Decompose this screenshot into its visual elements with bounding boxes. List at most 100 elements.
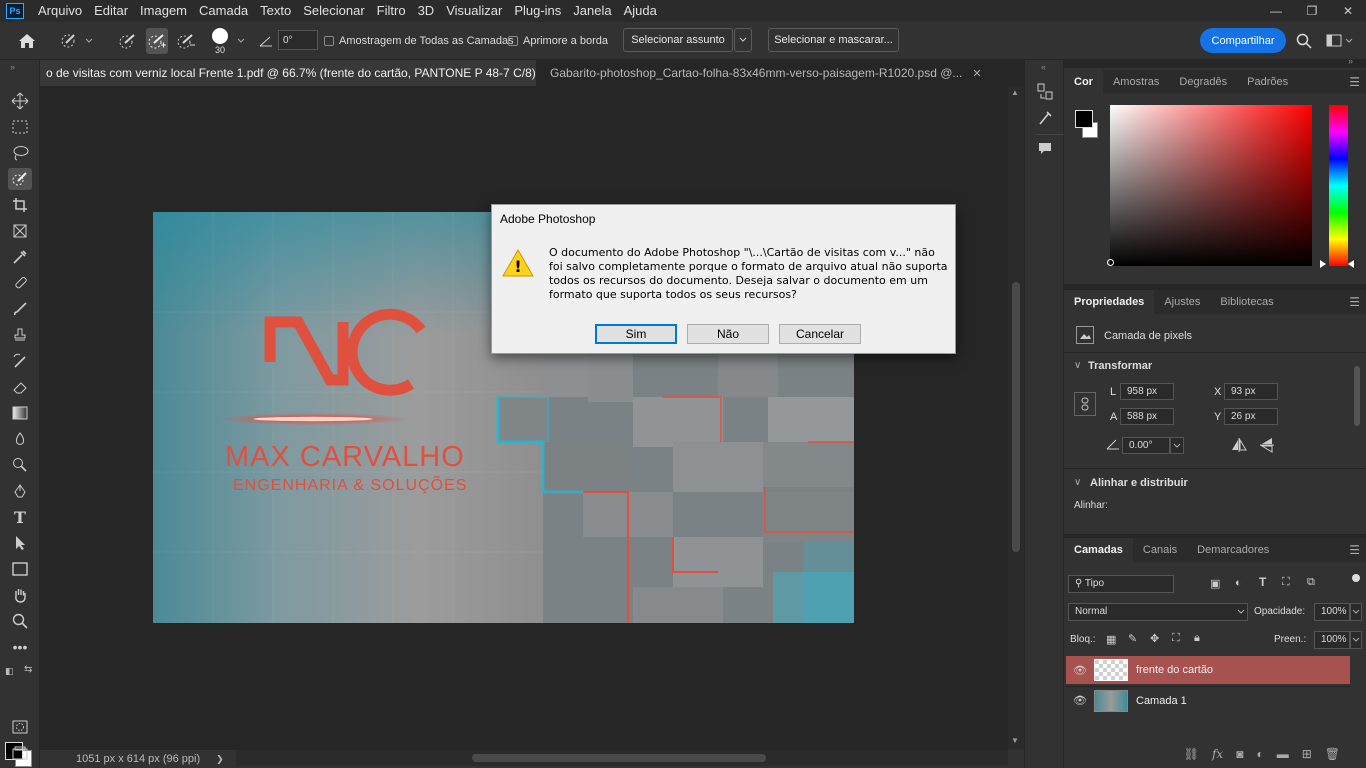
- sample-all-layers-checkbox[interactable]: Amostragem de Todas as Camadas: [324, 22, 514, 60]
- cancel-button[interactable]: Cancelar: [779, 324, 861, 344]
- more-tools-icon[interactable]: •••: [8, 636, 32, 658]
- angle-input[interactable]: 0°: [278, 30, 318, 50]
- layer-row-camada-1[interactable]: 👁︎ Camada 1: [1066, 686, 1350, 714]
- width-input[interactable]: 958 px: [1120, 383, 1174, 400]
- panel-menu-icon[interactable]: ☰: [1349, 538, 1360, 562]
- fx-icon[interactable]: fx: [1212, 747, 1223, 761]
- lock-transparent-icon[interactable]: ▦: [1106, 633, 1116, 646]
- tab-ajustes[interactable]: Ajustes: [1154, 290, 1210, 314]
- tab-document-gabarito[interactable]: Gabarito-photoshop_Cartao-folha-83x46mm-…: [544, 60, 984, 86]
- brush-tool-icon[interactable]: [8, 298, 32, 320]
- menu-editar[interactable]: Editar: [88, 0, 134, 22]
- opacity-dropdown[interactable]: [1350, 603, 1362, 621]
- menu-texto[interactable]: Texto: [254, 0, 297, 22]
- brush-size-picker[interactable]: 30: [212, 22, 228, 60]
- select-subject-dropdown[interactable]: [734, 28, 752, 52]
- lasso-tool-icon[interactable]: [8, 142, 32, 164]
- tab-demarcadores[interactable]: Demarcadores: [1187, 538, 1279, 562]
- clone-stamp-tool-icon[interactable]: [8, 324, 32, 346]
- eraser-tool-icon[interactable]: [8, 376, 32, 398]
- collapse-icon[interactable]: »: [10, 62, 15, 72]
- screen-mode-icon[interactable]: [8, 742, 32, 764]
- tab-amostras[interactable]: Amostras: [1103, 70, 1169, 94]
- lock-all-icon[interactable]: 🔒︎: [1194, 632, 1200, 645]
- new-layer-icon[interactable]: ⊞: [1302, 747, 1312, 761]
- menu-selecionar[interactable]: Selecionar: [297, 0, 370, 22]
- share-button[interactable]: Compartilhar: [1200, 28, 1286, 53]
- tab-degrades[interactable]: Degradês: [1169, 70, 1237, 94]
- hue-slider-handle[interactable]: [1320, 260, 1326, 268]
- close-button[interactable]: ✕: [1330, 0, 1366, 22]
- pen-tool-icon[interactable]: [8, 480, 32, 502]
- restore-button[interactable]: ❐: [1294, 0, 1330, 22]
- foreground-color-swatch[interactable]: [1075, 110, 1093, 128]
- chevron-down-icon[interactable]: ∨: [1074, 360, 1081, 371]
- rotation-dropdown[interactable]: [1170, 437, 1184, 454]
- scroll-thumb[interactable]: [1012, 282, 1020, 552]
- comments-icon[interactable]: [1037, 140, 1053, 159]
- lock-artboard-icon[interactable]: ⛶: [1172, 632, 1180, 645]
- tab-padroes[interactable]: Padrões: [1237, 70, 1298, 94]
- minimize-button[interactable]: —: [1258, 0, 1294, 22]
- collapse-icon[interactable]: «: [1041, 62, 1046, 72]
- blur-tool-icon[interactable]: [8, 428, 32, 450]
- align-section-title[interactable]: Alinhar e distribuir: [1090, 477, 1188, 489]
- menu-ajuda[interactable]: Ajuda: [618, 0, 663, 22]
- height-input[interactable]: 588 px: [1120, 408, 1174, 425]
- menu-3d[interactable]: 3D: [412, 0, 441, 22]
- type-filter-icon[interactable]: T: [1259, 575, 1266, 589]
- quick-selection-preset-icon[interactable]: [60, 22, 94, 60]
- filter-toggle-icon[interactable]: [1352, 574, 1360, 582]
- menu-janela[interactable]: Janela: [567, 0, 617, 22]
- chevron-down-icon[interactable]: ∨: [1074, 477, 1081, 488]
- tab-document-frente[interactable]: o de visitas com verniz local Frente 1.p…: [40, 60, 536, 86]
- delete-layer-icon[interactable]: 🗑︎: [1325, 747, 1340, 761]
- fill-dropdown[interactable]: [1350, 631, 1362, 649]
- panel-menu-icon[interactable]: ☰: [1349, 290, 1360, 314]
- color-picker-cursor[interactable]: [1107, 259, 1114, 266]
- swap-colors-icon[interactable]: ⇆: [24, 664, 32, 675]
- healing-brush-tool-icon[interactable]: [8, 272, 32, 294]
- yes-button[interactable]: Sim: [595, 324, 677, 344]
- quick-mask-icon[interactable]: [8, 716, 32, 738]
- menu-arquivo[interactable]: Arquivo: [32, 0, 88, 22]
- gradient-tool-icon[interactable]: [8, 402, 32, 424]
- smart-object-filter-icon[interactable]: ⧉: [1307, 576, 1315, 589]
- select-subject-button[interactable]: Selecionar assunto: [623, 28, 733, 52]
- enhance-edge-checkbox[interactable]: Aprimore a borda: [508, 22, 608, 60]
- x-input[interactable]: 93 px: [1224, 383, 1278, 400]
- rectangle-tool-icon[interactable]: [8, 558, 32, 580]
- menu-visualizar[interactable]: Visualizar: [440, 0, 508, 22]
- menu-imagem[interactable]: Imagem: [134, 0, 193, 22]
- y-input[interactable]: 26 px: [1224, 408, 1278, 425]
- brush-settings-icon[interactable]: [1037, 110, 1053, 129]
- flip-horizontal-icon[interactable]: [1231, 438, 1247, 455]
- tab-bibliotecas[interactable]: Bibliotecas: [1210, 290, 1283, 314]
- add-to-selection-icon[interactable]: [146, 28, 168, 54]
- search-icon[interactable]: [1296, 22, 1312, 60]
- zoom-tool-icon[interactable]: [8, 610, 32, 632]
- tab-canais[interactable]: Canais: [1133, 538, 1187, 562]
- frame-tool-icon[interactable]: [8, 220, 32, 242]
- path-selection-tool-icon[interactable]: [8, 532, 32, 554]
- link-layers-icon[interactable]: ⛓: [1184, 747, 1199, 761]
- flip-vertical-icon[interactable]: [1260, 437, 1274, 456]
- lock-position-icon[interactable]: ✥: [1150, 632, 1159, 645]
- shape-filter-icon[interactable]: ⛶: [1282, 576, 1290, 589]
- type-tool-icon[interactable]: T: [8, 506, 32, 528]
- tab-propriedades[interactable]: Propriedades: [1064, 290, 1155, 314]
- adjustment-filter-icon[interactable]: ◐: [1235, 577, 1242, 589]
- new-group-icon[interactable]: ▬: [1277, 747, 1289, 761]
- history-panel-icon[interactable]: [1036, 82, 1054, 105]
- tab-camadas[interactable]: Camadas: [1064, 538, 1133, 562]
- eye-icon[interactable]: 👁︎: [1066, 664, 1094, 677]
- scroll-down-icon[interactable]: ▼: [1011, 736, 1019, 745]
- new-selection-icon[interactable]: [118, 22, 138, 60]
- eye-icon[interactable]: 👁︎: [1066, 694, 1094, 707]
- fill-input[interactable]: 100%: [1314, 631, 1350, 649]
- scroll-thumb[interactable]: [472, 754, 766, 762]
- hue-slider[interactable]: [1329, 105, 1348, 266]
- blend-mode-select[interactable]: Normal: [1068, 603, 1248, 621]
- quick-selection-tool-icon[interactable]: [8, 168, 32, 190]
- add-mask-icon[interactable]: ◙: [1236, 747, 1243, 761]
